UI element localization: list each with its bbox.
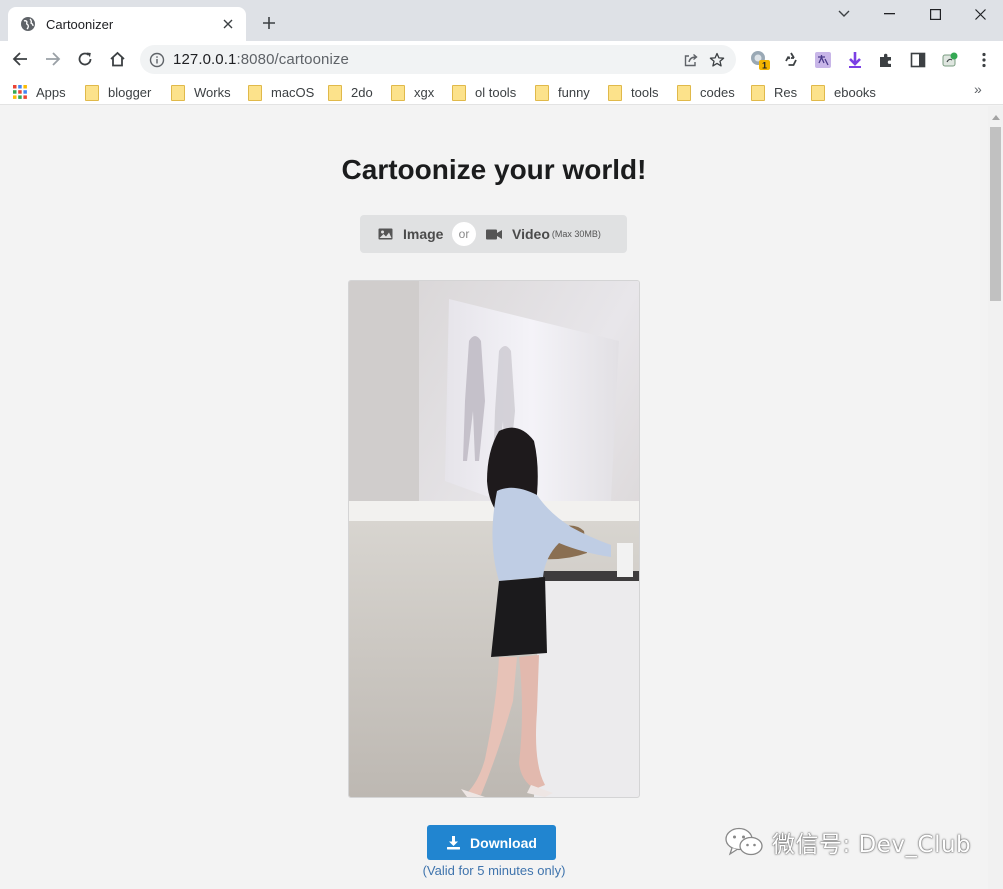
download-icon xyxy=(447,836,461,850)
bookmark-works[interactable]: Works xyxy=(171,82,231,102)
globe-icon xyxy=(20,16,36,32)
url-path: :8080/cartoonize xyxy=(236,51,349,68)
page-scrollbar[interactable] xyxy=(988,106,1003,889)
url-text[interactable]: 127.0.0.1:8080/cartoonize xyxy=(173,51,678,68)
folder-icon xyxy=(811,85,825,101)
tab-title: Cartoonizer xyxy=(46,16,114,32)
browser-toolbar: 127.0.0.1:8080/cartoonize 1 xyxy=(0,41,1003,78)
video-camera-icon xyxy=(486,229,502,239)
bookmarks-bar: Apps blogger Works macOS 2do xgx ol tool… xyxy=(0,78,1003,105)
minimize-button[interactable] xyxy=(866,0,912,28)
address-bar[interactable]: 127.0.0.1:8080/cartoonize xyxy=(140,45,736,74)
image-mode-button[interactable]: Image xyxy=(360,215,464,253)
apps-grid-icon xyxy=(13,85,27,99)
image-button-label: Image xyxy=(403,226,444,242)
back-button[interactable] xyxy=(6,45,34,73)
bookmark-tools[interactable]: tools xyxy=(608,82,658,102)
folder-icon xyxy=(751,85,765,101)
folder-icon xyxy=(608,85,622,101)
watermark-text: 微信号: Dev_Club xyxy=(772,832,972,858)
bookmark-codes[interactable]: codes xyxy=(677,82,735,102)
bookmark-xgx[interactable]: xgx xyxy=(391,82,434,102)
side-panel-icon[interactable] xyxy=(907,49,929,71)
more-bookmarks-chevron-icon[interactable]: » xyxy=(974,81,982,97)
bookmark-star-icon[interactable] xyxy=(704,47,730,73)
folder-icon xyxy=(248,85,262,101)
download-arrow-icon[interactable] xyxy=(844,49,866,71)
scroll-up-arrow-icon[interactable] xyxy=(992,115,1000,120)
cartoonized-image xyxy=(348,280,640,798)
close-tab-icon[interactable] xyxy=(220,16,236,32)
bookmark-ebooks[interactable]: ebooks xyxy=(811,82,876,102)
extension-badge-count: 1 xyxy=(762,61,767,71)
watermark: 微信号: Dev_Club xyxy=(724,822,971,862)
recycle-icon[interactable] xyxy=(780,49,802,71)
bookmark-2do[interactable]: 2do xyxy=(328,82,373,102)
bookmark-label: codes xyxy=(700,84,735,100)
new-tab-button[interactable] xyxy=(258,12,280,34)
download-validity-note: (Valid for 5 minutes only) xyxy=(422,863,566,878)
bookmark-label: Works xyxy=(194,84,231,100)
or-divider: or xyxy=(452,222,476,246)
bookmark-res[interactable]: Res xyxy=(751,82,797,102)
tab-cartoonizer[interactable]: Cartoonizer xyxy=(8,7,246,41)
bookmark-label: xgx xyxy=(414,84,435,100)
cartoon-scene xyxy=(349,281,639,797)
download-button[interactable]: Download xyxy=(427,825,556,860)
bookmark-label: Res xyxy=(774,84,798,100)
wechat-icon xyxy=(725,827,763,856)
mode-selector: Image Video (Max 30MB) or xyxy=(360,215,627,253)
page-title: Cartoonize your world! xyxy=(341,154,647,185)
folder-icon xyxy=(391,85,405,101)
close-window-button[interactable] xyxy=(957,0,1003,28)
bookmark-label: tools xyxy=(631,84,659,100)
image-icon xyxy=(378,228,393,240)
url-host: 127.0.0.1 xyxy=(173,51,237,68)
home-button[interactable] xyxy=(103,45,131,73)
folder-icon xyxy=(85,85,99,101)
bookmark-blogger[interactable]: blogger xyxy=(85,82,151,102)
maximize-button[interactable] xyxy=(912,0,958,28)
scrollbar-thumb[interactable] xyxy=(990,127,1001,301)
tab-search-icon[interactable] xyxy=(821,0,867,28)
extension-badge-icon[interactable]: 1 xyxy=(749,49,771,71)
video-mode-button[interactable]: Video (Max 30MB) xyxy=(464,215,627,253)
video-button-label: Video xyxy=(512,226,550,242)
profile-sync-icon[interactable] xyxy=(939,49,961,71)
browser-menu-icon[interactable] xyxy=(973,49,995,71)
bookmark-apps[interactable]: Apps xyxy=(13,82,66,102)
bookmark-label: funny xyxy=(558,84,590,100)
reload-button[interactable] xyxy=(71,45,99,73)
folder-icon xyxy=(677,85,691,101)
forward-button[interactable] xyxy=(39,45,67,73)
video-size-limit: (Max 30MB) xyxy=(551,229,601,239)
tab-strip: Cartoonizer xyxy=(0,0,1003,41)
bookmark-label: blogger xyxy=(108,84,152,100)
share-icon[interactable] xyxy=(678,47,704,73)
bookmark-label: ebooks xyxy=(834,84,876,100)
folder-icon xyxy=(535,85,549,101)
bookmark-macos[interactable]: macOS xyxy=(248,82,314,102)
extensions-puzzle-icon[interactable] xyxy=(875,49,897,71)
bookmark-label: macOS xyxy=(271,84,315,100)
bookmark-funny[interactable]: funny xyxy=(535,82,590,102)
folder-icon xyxy=(452,85,466,101)
folder-icon xyxy=(171,85,185,101)
page-viewport: Cartoonize your world! Image Video (Max … xyxy=(0,106,988,889)
site-info-icon[interactable] xyxy=(149,52,165,68)
bookmark-label: 2do xyxy=(351,84,373,100)
bookmark-label: Apps xyxy=(36,84,66,100)
translate-icon[interactable] xyxy=(812,49,834,71)
bookmark-ol-tools[interactable]: ol tools xyxy=(452,82,516,102)
bookmark-label: ol tools xyxy=(475,84,517,100)
download-button-label: Download xyxy=(470,834,537,851)
folder-icon xyxy=(328,85,342,101)
